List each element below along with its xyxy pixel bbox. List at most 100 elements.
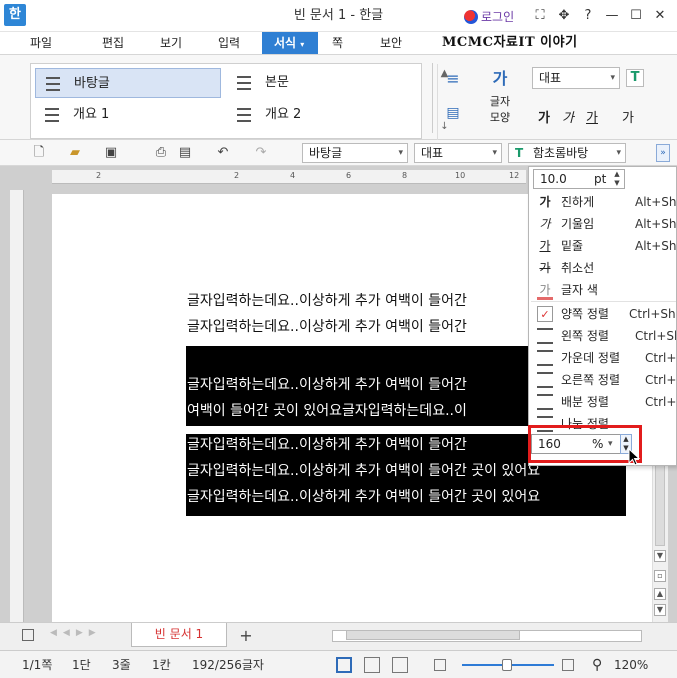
scroll-down-icon[interactable]: ▼ [654, 550, 666, 562]
document-line[interactable]: 글자입력하는데요..이상하게 추가 여백이 들어간 곳이 있어요 [187, 486, 625, 508]
menu-item-label: 왼쪽 정렬 [561, 329, 609, 343]
menu-page[interactable]: 쪽 [332, 32, 343, 54]
tab-nav-icon[interactable]: ◀◀▶▶ [50, 628, 102, 638]
menu-item-text-color[interactable]: 가 글자 색 [529, 279, 676, 301]
magnifier-icon[interactable]: ⚲ [592, 657, 602, 673]
style-select-value: 바탕글 [309, 146, 343, 160]
tab-document[interactable]: 빈 문서 1 [131, 623, 227, 647]
bold-icon[interactable]: 가 [534, 107, 554, 127]
zoom-out-icon[interactable] [434, 659, 446, 671]
ruler-tick: 2 [234, 171, 240, 180]
account-icon [464, 10, 478, 24]
window-title: 빈 문서 1 - 한글 [293, 8, 384, 23]
shortcut-label: Ctrl+Shift [629, 307, 676, 321]
menu-item-label: 진하게 [561, 195, 595, 209]
font-select[interactable]: T 함초롬바탕 ▾ [508, 143, 626, 163]
text-color-icon: 가 [537, 282, 553, 300]
underline-icon[interactable]: 가 [582, 107, 602, 127]
style-item-bonmun[interactable]: 본문 [227, 68, 407, 98]
font-size-input[interactable]: 10.0 pt ▲ ▼ [533, 169, 625, 189]
align-left-icon [537, 328, 553, 344]
menu-edit[interactable]: 편집 [102, 32, 124, 54]
strikethrough-icon[interactable]: 가 [618, 107, 638, 127]
document-line[interactable]: 글자입력하는데요..이상하게 추가 여백이 들어간 [187, 316, 527, 338]
add-style-icon[interactable]: ≡ [442, 69, 464, 91]
horizontal-scroll-thumb[interactable] [346, 630, 520, 640]
menu-item-justify[interactable]: ✓ 양쪽 정렬 Ctrl+Shift [529, 303, 676, 325]
login-button[interactable]: 로그인 [464, 8, 514, 24]
page-view-icon[interactable] [336, 657, 352, 673]
tab-list-icon[interactable] [22, 629, 34, 641]
hancom-logo-icon[interactable]: 한 [4, 4, 26, 26]
document-tab-bar: ◀◀▶▶ 빈 문서 1 + [0, 622, 677, 650]
menu-item-distribute[interactable]: 배분 정렬 Ctrl+Shift [529, 391, 676, 413]
menu-item-align-center[interactable]: 가운데 정렬 Ctrl+Shift [529, 347, 676, 369]
italic-icon[interactable]: 가 [558, 107, 578, 127]
collapse-icon[interactable]: ⛶ [530, 6, 550, 26]
horizontal-ruler[interactable]: 2 2 4 6 8 10 12 [52, 170, 526, 184]
menu-item-strikethrough[interactable]: 가 취소선 [529, 257, 676, 279]
document-line[interactable]: 글자입력하는데요..이상하게 추가 여백이 들어간 [187, 374, 527, 396]
redo-icon[interactable]: ↷ [252, 144, 270, 162]
menu-format[interactable]: 서식 ▾ [262, 32, 318, 54]
char-shape-label: 글자 [489, 95, 511, 108]
shortcut-label: Alt+Shift [635, 217, 677, 231]
help-icon[interactable]: ? [578, 6, 598, 26]
char-shape-label-2: 모양 [489, 111, 511, 124]
width-view-icon[interactable] [364, 657, 380, 673]
style-icon [45, 108, 59, 122]
resize-icon[interactable]: ✥ [554, 6, 574, 26]
ruler-tick: 6 [346, 171, 352, 180]
add-tab-icon[interactable]: + [236, 627, 256, 645]
font-size-spinner[interactable]: ▲ ▼ [612, 170, 622, 188]
document-line[interactable]: 여백이 들어간 곳이 있어요글자입력하는데요..이 [187, 400, 527, 422]
style-item-outline-1[interactable]: 개요 1 [35, 100, 221, 130]
undo-icon[interactable]: ↶ [214, 144, 232, 162]
maximize-icon[interactable]: ☐ [626, 6, 646, 26]
zoom-level[interactable]: 120% [614, 657, 648, 673]
open-folder-icon[interactable]: ▰ [66, 144, 84, 162]
minimize-icon[interactable]: — [602, 6, 622, 26]
document-line[interactable]: 글자입력하는데요..이상하게 추가 여백이 들어간 [187, 290, 527, 312]
menu-view[interactable]: 보기 [160, 32, 182, 54]
prev-page-icon[interactable]: ▲ [654, 588, 666, 600]
menu-security[interactable]: 보안 [380, 32, 402, 54]
menu-file[interactable]: 파일 [30, 32, 52, 54]
char-shape-button[interactable]: 가 글자 모양 [480, 65, 520, 131]
font-size-value: 10.0 [540, 172, 567, 186]
vertical-ruler[interactable] [10, 190, 24, 622]
menu-item-underline[interactable]: 가 밑줄 Alt+Shift [529, 235, 676, 257]
save-icon[interactable]: ▣ [102, 144, 120, 162]
print-icon[interactable]: ⎙ [152, 144, 170, 162]
menu-input[interactable]: 입력 [218, 32, 240, 54]
toolbar-expand-button[interactable]: » [656, 144, 670, 162]
menu-item-align-right[interactable]: 오른쪽 정렬 Ctrl+Shift [529, 369, 676, 391]
zoom-in-icon[interactable] [562, 659, 574, 671]
char-shape-icon: 가 [492, 69, 508, 88]
ruler-tick: 8 [402, 171, 408, 180]
chevron-down-icon: ▾ [616, 148, 621, 158]
bold-icon: 가 [539, 195, 551, 209]
style-item-batang[interactable]: 바탕글 [35, 68, 221, 98]
font-category-select[interactable]: 대표 ▾ [532, 67, 620, 89]
login-label: 로그인 [481, 10, 515, 24]
menu-item-label: 기울임 [561, 217, 595, 231]
page-view-icon[interactable]: ▫ [654, 570, 666, 582]
font-type-icon[interactable]: T [626, 69, 644, 87]
align-right-icon [537, 372, 553, 388]
font-category-value: 대표 [539, 71, 562, 85]
next-page-icon[interactable]: ▼ [654, 604, 666, 616]
style-item-outline-2[interactable]: 개요 2 [227, 100, 407, 130]
close-icon[interactable]: ✕ [650, 6, 670, 26]
style-select[interactable]: 바탕글 ▾ [302, 143, 408, 163]
zoom-slider-handle[interactable] [502, 659, 512, 671]
menu-item-italic[interactable]: 가 기울임 Alt+Shift [529, 213, 677, 235]
style-dialog-icon[interactable]: ▤ [442, 105, 464, 127]
menu-item-align-left[interactable]: 왼쪽 정렬 Ctrl+Shift [529, 325, 676, 347]
font-category-combo[interactable]: 대표 ▾ [414, 143, 502, 163]
preview-icon[interactable]: ▤ [176, 144, 194, 162]
document-line[interactable]: 글자입력하는데요..이상하게 추가 여백이 들어간 [187, 434, 527, 456]
full-view-icon[interactable] [392, 657, 408, 673]
new-document-icon[interactable]: 🗋 [30, 144, 48, 162]
menu-item-bold[interactable]: 가 진하게 Alt+Shift [529, 191, 676, 213]
